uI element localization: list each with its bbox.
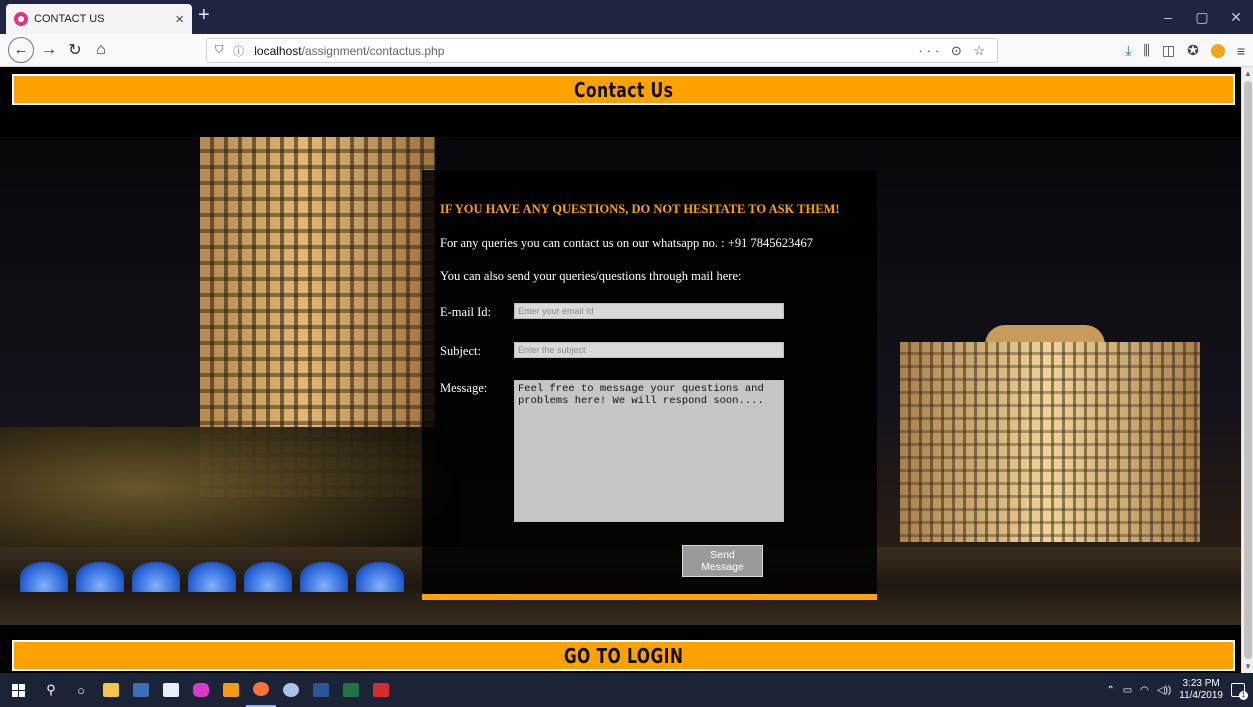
download-icon[interactable]: ⤓ xyxy=(1125,42,1131,59)
system-tray: ⌃ ▭ ◠ ◁)) 3:23 PM 11/4/2019 1 xyxy=(1106,673,1253,707)
blue-light xyxy=(300,562,348,592)
search-icon[interactable]: ⚲ xyxy=(36,673,66,707)
windows-logo-icon xyxy=(11,683,25,697)
paint-icon[interactable] xyxy=(276,673,306,707)
blue-light xyxy=(244,562,292,592)
reload-icon[interactable]: ↻ xyxy=(64,40,86,60)
app-pink-icon[interactable] xyxy=(186,673,216,707)
notification-center-icon[interactable]: 1 xyxy=(1231,683,1248,700)
go-to-login-link[interactable]: GO TO LOGIN xyxy=(564,644,683,668)
whatsapp-info: For any queries you can contact us on ou… xyxy=(440,236,813,250)
acrobat-icon[interactable] xyxy=(366,673,396,707)
window-controls: – ▢ ✕ xyxy=(1151,0,1253,34)
send-message-button[interactable]: Send Message xyxy=(682,545,763,577)
subject-input[interactable] xyxy=(514,342,784,358)
firefox-icon[interactable] xyxy=(246,673,276,707)
new-tab-button[interactable]: + xyxy=(198,5,210,25)
browser-tab-bar: CONTACT US × + – ▢ ✕ xyxy=(0,0,1253,34)
minimize-button[interactable]: – xyxy=(1151,9,1185,25)
message-label: Message: xyxy=(440,381,488,395)
tray-clock[interactable]: 3:23 PM 11/4/2019 xyxy=(1179,678,1223,702)
page-title: Contact Us xyxy=(573,77,674,102)
tracking-shield-icon[interactable]: ⛉ xyxy=(215,44,223,57)
subject-label: Subject: xyxy=(440,344,481,358)
hotel-building-right xyxy=(900,342,1200,542)
tab-contact-us[interactable]: CONTACT US × xyxy=(6,4,192,34)
blue-light xyxy=(188,562,236,592)
blue-light xyxy=(132,562,180,592)
clock-date: 11/4/2019 xyxy=(1179,690,1223,701)
site-favicon-icon xyxy=(14,12,28,26)
url-path: /assignment/contactus.php xyxy=(301,43,445,58)
tab-title: CONTACT US xyxy=(34,13,105,25)
contact-heading: IF YOU HAVE ANY QUESTIONS, DO NOT HESITA… xyxy=(440,202,840,216)
contact-form-panel: IF YOU HAVE ANY QUESTIONS, DO NOT HESITA… xyxy=(422,170,877,600)
tab-close-icon[interactable]: × xyxy=(175,12,184,27)
email-input[interactable] xyxy=(514,303,784,319)
library-icon[interactable]: ⫼ xyxy=(1143,42,1149,59)
go-to-login-bar[interactable]: GO TO LOGIN xyxy=(12,640,1235,671)
page-header-bar: Contact Us xyxy=(12,74,1235,105)
blue-lights-row xyxy=(20,562,404,592)
page-viewport: Contact Us IF YOU HAVE ANY QUESTIONS, DO… xyxy=(0,67,1241,673)
address-bar[interactable]: ⛉ ⓘ localhost /assignment/contactus.php … xyxy=(206,38,998,63)
forward-arrow-icon[interactable]: → xyxy=(38,41,60,59)
sublime-icon[interactable] xyxy=(216,673,246,707)
scroll-thumb[interactable] xyxy=(1244,81,1252,659)
excel-icon[interactable] xyxy=(336,673,366,707)
page-scrollbar[interactable]: ▲ ▼ xyxy=(1241,67,1253,673)
email-label: E-mail Id: xyxy=(440,305,492,319)
notepad-icon[interactable] xyxy=(156,673,186,707)
blue-light xyxy=(76,562,124,592)
home-icon[interactable]: ⌂ xyxy=(90,41,112,59)
scroll-up-icon[interactable]: ▲ xyxy=(1242,69,1253,78)
mail-info: You can also send your queries/questions… xyxy=(440,269,742,283)
wifi-icon[interactable]: ◠ xyxy=(1140,685,1149,696)
windows-taskbar: ⚲ ○ ⌃ ▭ ◠ ◁)) 3:23 PM 11/4/2019 1 xyxy=(0,673,1253,707)
url-host: localhost xyxy=(254,43,302,58)
sidebar-icon[interactable]: ◫ xyxy=(1162,42,1175,59)
extension-emoji-icon[interactable] xyxy=(1210,43,1225,58)
battery-icon[interactable]: ▭ xyxy=(1123,685,1132,696)
devcpp-icon[interactable] xyxy=(126,673,156,707)
site-info-icon[interactable]: ⓘ xyxy=(233,43,244,59)
volume-icon[interactable]: ◁)) xyxy=(1157,685,1171,696)
file-explorer-icon[interactable] xyxy=(96,673,126,707)
scroll-down-icon[interactable]: ▼ xyxy=(1242,662,1253,671)
clock-time: 3:23 PM xyxy=(1182,678,1220,689)
close-window-button[interactable]: ✕ xyxy=(1219,9,1253,26)
cortana-icon[interactable]: ○ xyxy=(66,673,96,707)
start-button[interactable] xyxy=(0,673,36,707)
browser-nav-bar: ← → ↻ ⌂ ⛉ ⓘ localhost /assignment/contac… xyxy=(0,34,1253,67)
menu-icon[interactable]: ≡ xyxy=(1237,43,1245,59)
page-actions-icons[interactable]: ··· ⊙ ☆ xyxy=(918,43,989,59)
blue-light xyxy=(20,562,68,592)
restore-button[interactable]: ▢ xyxy=(1185,9,1219,26)
notification-badge: 1 xyxy=(1239,691,1248,700)
tray-chevron-icon[interactable]: ⌃ xyxy=(1106,685,1114,696)
extension-icon[interactable]: ✪ xyxy=(1187,42,1199,59)
message-textarea[interactable] xyxy=(514,380,784,522)
word-icon[interactable] xyxy=(306,673,336,707)
back-arrow-icon[interactable]: ← xyxy=(8,37,34,63)
blue-light xyxy=(356,562,404,592)
browser-toolbar: ⤓ ⫼ ◫ ✪ ≡ xyxy=(1125,34,1245,67)
